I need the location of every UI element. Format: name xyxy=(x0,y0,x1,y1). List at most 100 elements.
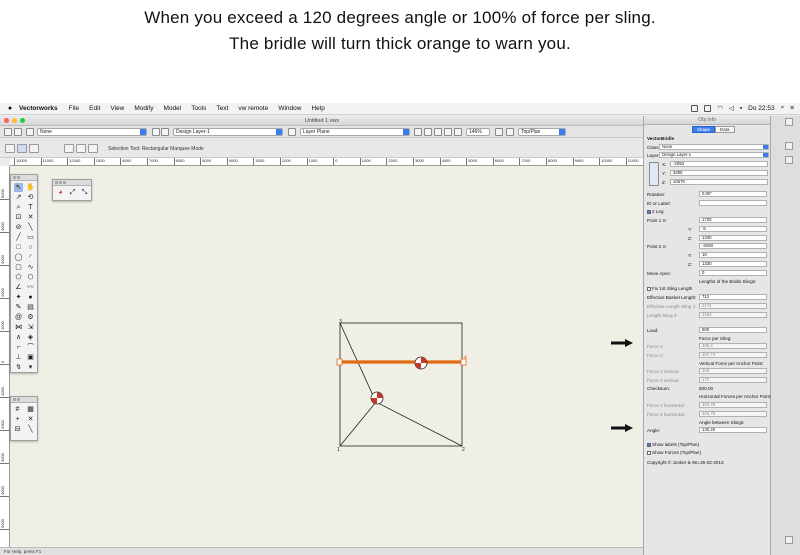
wifi-icon[interactable]: ◠ xyxy=(717,104,723,112)
render-icon[interactable] xyxy=(495,128,503,136)
eyedropper-icon[interactable]: ⊘ xyxy=(14,223,23,232)
plane-dropdown[interactable]: Layer Plane xyxy=(300,128,410,136)
dock-icon[interactable] xyxy=(785,118,793,126)
apple-icon[interactable]: ● xyxy=(5,105,15,112)
tab-shape[interactable]: Shape xyxy=(692,126,716,133)
anchor-box-icon[interactable] xyxy=(649,162,659,186)
rounded-rect-icon[interactable]: ▢ xyxy=(14,263,23,272)
menu-modify[interactable]: Modify xyxy=(134,105,153,112)
two-leg-checkbox[interactable]: 2 Leg xyxy=(647,209,664,214)
pencil-icon[interactable]: ✎ xyxy=(14,303,23,312)
oval-icon[interactable]: ◯ xyxy=(14,253,23,262)
menu-help[interactable]: Help xyxy=(311,105,324,112)
view-icon[interactable] xyxy=(506,128,514,136)
sling-line[interactable] xyxy=(375,401,463,447)
menu-tools[interactable]: Tools xyxy=(191,105,206,112)
hoist-tool-icon[interactable]: ⤡ xyxy=(80,188,89,197)
line-icon[interactable]: ╲ xyxy=(26,223,35,232)
spiral-icon[interactable]: @ xyxy=(14,313,23,322)
gear-icon[interactable]: ⚙ xyxy=(26,313,35,322)
fillet-icon[interactable]: ⌒ xyxy=(26,343,35,352)
bend-icon[interactable]: ↯ xyxy=(14,363,23,372)
close-button[interactable] xyxy=(4,118,9,123)
plane-icon[interactable] xyxy=(288,128,296,136)
circle-fill-icon[interactable]: ● xyxy=(26,293,35,302)
layer-dropdown[interactable]: Design Layer-1 xyxy=(173,128,283,136)
volume-icon[interactable]: ◁ xyxy=(729,104,734,112)
fix-first-checkbox[interactable]: Fix 1st Sling Length xyxy=(647,286,692,291)
split-icon[interactable]: ⊥ xyxy=(14,353,23,362)
polyline-icon[interactable]: ∠ xyxy=(14,283,23,292)
anchor-point[interactable] xyxy=(336,358,343,366)
hoist-symbol[interactable] xyxy=(370,391,384,405)
menu-file[interactable]: File xyxy=(69,105,79,112)
menu-model[interactable]: Model xyxy=(164,105,182,112)
lasso-mode-icon[interactable] xyxy=(29,144,39,153)
menu-edit[interactable]: Edit xyxy=(89,105,100,112)
point1-x-field[interactable]: 1720 xyxy=(699,217,767,223)
back-icon[interactable] xyxy=(4,128,12,136)
freehand-icon[interactable]: 〰 xyxy=(26,283,35,292)
square-icon[interactable]: □ xyxy=(14,243,23,252)
forward-icon[interactable] xyxy=(14,128,22,136)
flag-icon[interactable]: ▪ xyxy=(740,105,742,112)
menu-app-name[interactable]: Vectorworks xyxy=(19,105,58,112)
drawing-canvas[interactable]: 3 4 1 2 xyxy=(10,166,644,547)
pan-hand-icon[interactable]: ✋ xyxy=(26,183,35,192)
horizontal-ruler[interactable]: 10000 11000 12000 1000 8000 7000 6000 5000 4000 3… xyxy=(10,158,644,166)
effective-basket-field[interactable]: 712 xyxy=(699,294,767,300)
grid-icon[interactable]: # xyxy=(13,405,22,414)
show-labels-checkbox[interactable]: Show labels (Top/Plan) xyxy=(647,442,699,447)
sling-tool-icon[interactable]: ⤢ xyxy=(68,188,77,197)
more-icon[interactable]: ▾ xyxy=(26,363,35,372)
marquee-mode-icon[interactable] xyxy=(17,144,27,153)
zoom-button[interactable] xyxy=(20,118,25,123)
z-field[interactable]: 10670 xyxy=(670,179,768,185)
bridle-tool-icon[interactable]: ◕ xyxy=(56,188,65,197)
layer-select[interactable]: Design Layer-1 xyxy=(659,152,769,158)
pattern-icon[interactable]: ▦ xyxy=(26,405,35,414)
point2-x-field[interactable]: -3260 xyxy=(699,243,767,249)
id-field[interactable] xyxy=(699,200,767,206)
cross-icon[interactable]: ✕ xyxy=(26,415,35,424)
shape-icon[interactable]: ⬡ xyxy=(26,273,35,282)
minimize-button[interactable] xyxy=(12,118,17,123)
menu-vw-remote[interactable]: vw remote xyxy=(238,105,268,112)
rectangle-icon[interactable]: ▭ xyxy=(26,233,35,242)
angle-field[interactable]: 130,20 xyxy=(699,427,767,433)
vertical-ruler[interactable]: 5000 4000 3000 2000 1000 0 1000 2000 3000 4000 500… xyxy=(0,166,10,555)
search-icon[interactable]: ⌕ xyxy=(781,104,785,112)
arrow-icon[interactable]: ↖ xyxy=(14,183,23,192)
stack-icon[interactable]: ▤ xyxy=(26,303,35,312)
clock[interactable]: Do 22:53 xyxy=(748,105,774,112)
view-dropdown[interactable]: Top/Plan xyxy=(518,128,566,136)
zoom-field[interactable]: 146% xyxy=(466,128,490,136)
corner-icon[interactable]: ⌐ xyxy=(14,343,23,352)
show-forces-checkbox[interactable]: Show Forces (Top/Plan) xyxy=(647,450,701,455)
mode-icon[interactable] xyxy=(5,144,15,153)
zoom-in-icon[interactable] xyxy=(434,128,442,136)
bucket-icon[interactable]: ◈ xyxy=(26,333,35,342)
hoist-symbol[interactable] xyxy=(414,356,428,370)
class-dropdown[interactable]: None xyxy=(37,128,147,136)
load-field[interactable]: 500 xyxy=(699,327,767,333)
pick-mode-icon[interactable] xyxy=(88,144,98,153)
circle-icon[interactable]: ○ xyxy=(26,243,35,252)
list-icon[interactable]: ≡ xyxy=(790,105,794,112)
truss-outline[interactable] xyxy=(339,322,463,447)
class-icon[interactable] xyxy=(26,128,34,136)
status-icon[interactable] xyxy=(704,104,712,112)
point2-y-field[interactable]: 10 xyxy=(699,252,767,258)
zoom-fit-icon[interactable] xyxy=(424,128,432,136)
star-icon[interactable]: ✦ xyxy=(14,293,23,302)
sling-line[interactable] xyxy=(339,401,377,447)
rotation-field[interactable]: 0,00° xyxy=(699,191,767,197)
dock-icon[interactable] xyxy=(785,142,793,150)
callout-icon[interactable]: ⊡ xyxy=(14,213,23,222)
dock-icon[interactable] xyxy=(785,536,793,544)
dock-icon[interactable] xyxy=(785,156,793,164)
polygon-icon[interactable]: ⬠ xyxy=(14,273,23,282)
pan-icon[interactable] xyxy=(454,128,462,136)
menu-text[interactable]: Text xyxy=(216,105,228,112)
pen-icon[interactable]: ╱ xyxy=(14,233,23,242)
